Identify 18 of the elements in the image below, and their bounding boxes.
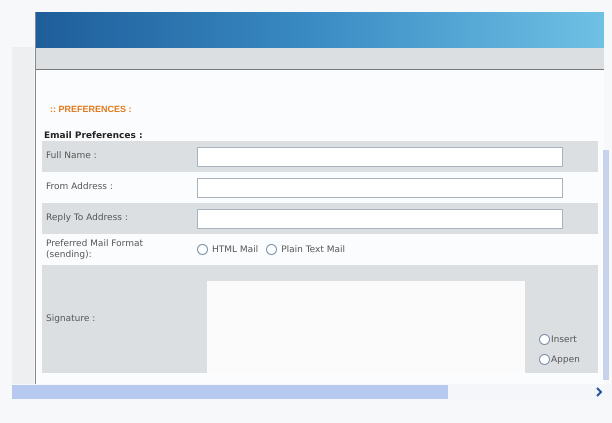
- radio-option[interactable]: Insert: [539, 334, 580, 345]
- field-label: Reply To Address :: [45, 213, 129, 224]
- radio-option[interactable]: Appen: [539, 354, 580, 365]
- radio-option[interactable]: HTML Mail: [197, 244, 258, 255]
- vertical-scrollbar[interactable]: [603, 150, 609, 380]
- scrollbar-thumb[interactable]: [12, 385, 448, 399]
- field-label: Preferred Mail Format (sending):: [45, 238, 144, 260]
- input-field[interactable]: [197, 146, 563, 166]
- field-label: Signature :: [45, 314, 96, 324]
- signature-field[interactable]: [207, 281, 525, 373]
- field-label: From Address :: [45, 182, 114, 193]
- input-field[interactable]: [197, 208, 563, 228]
- scroll-right-icon[interactable]: [594, 387, 604, 397]
- radio-option[interactable]: Plain Text Mail: [266, 244, 346, 255]
- input-field[interactable]: [197, 178, 563, 198]
- section-title: :: PREFERENCES :: [50, 104, 132, 114]
- field-label: Full Name :: [45, 151, 98, 162]
- group-title: Email Preferences :: [44, 131, 143, 141]
